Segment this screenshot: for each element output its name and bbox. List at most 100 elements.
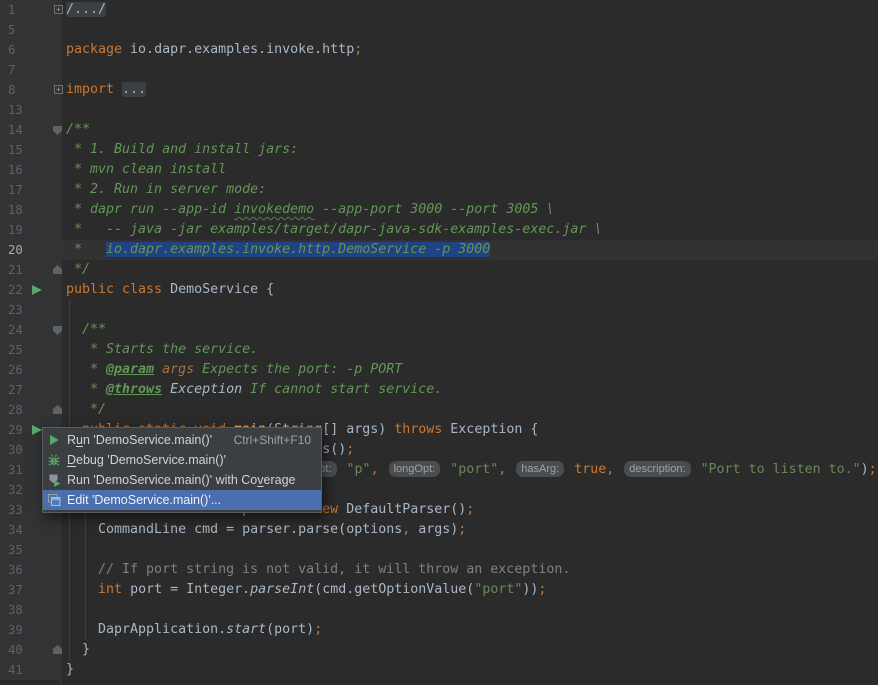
code-text[interactable]: * dapr run --app-id invokedemo --app-por… bbox=[62, 200, 878, 220]
run-gutter-icon[interactable] bbox=[32, 285, 42, 295]
code-text[interactable] bbox=[62, 600, 878, 620]
line-number[interactable]: 40 bbox=[0, 640, 62, 660]
code-line[interactable]: 7 bbox=[0, 60, 878, 80]
line-number[interactable]: 35 bbox=[0, 540, 62, 560]
code-text[interactable]: * mvn clean install bbox=[62, 160, 878, 180]
code-line[interactable]: 19 * -- java -jar examples/target/dapr-j… bbox=[0, 220, 878, 240]
code-text[interactable]: /** bbox=[62, 120, 878, 140]
code-text[interactable]: * Starts the service. bbox=[62, 340, 878, 360]
line-number[interactable]: 6 bbox=[0, 40, 62, 60]
line-number[interactable]: 25 bbox=[0, 340, 62, 360]
code-text[interactable] bbox=[62, 60, 878, 80]
code-text[interactable]: import ... bbox=[62, 80, 878, 100]
code-line[interactable]: 37 int port = Integer.parseInt(cmd.getOp… bbox=[0, 580, 878, 600]
code-text[interactable]: * io.dapr.examples.invoke.http.DemoServi… bbox=[62, 240, 878, 260]
code-text[interactable]: } bbox=[62, 640, 878, 660]
line-number[interactable]: 22 bbox=[0, 280, 62, 300]
line-number[interactable]: 21 bbox=[0, 260, 62, 280]
line-number[interactable]: 19 bbox=[0, 220, 62, 240]
code-line[interactable]: 24 /** bbox=[0, 320, 878, 340]
line-number[interactable]: 23 bbox=[0, 300, 62, 320]
line-number[interactable]: 8 bbox=[0, 80, 62, 100]
run-with-coverage-menu-item[interactable]: Run 'DemoService.main()' with Coverage bbox=[43, 470, 321, 490]
code-line[interactable]: 20 * io.dapr.examples.invoke.http.DemoSe… bbox=[0, 240, 878, 260]
line-number[interactable]: 26 bbox=[0, 360, 62, 380]
line-number[interactable]: 7 bbox=[0, 60, 62, 80]
parameter-hint-badge[interactable]: hasArg: bbox=[516, 461, 564, 477]
code-line[interactable]: 22public class DemoService { bbox=[0, 280, 878, 300]
code-text[interactable]: package io.dapr.examples.invoke.http; bbox=[62, 40, 878, 60]
code-text[interactable] bbox=[62, 20, 878, 40]
code-text[interactable]: * 1. Build and install jars: bbox=[62, 140, 878, 160]
code-line[interactable]: 13 bbox=[0, 100, 878, 120]
line-number[interactable]: 36 bbox=[0, 560, 62, 580]
code-line[interactable]: 26 * @param args Expects the port: -p PO… bbox=[0, 360, 878, 380]
code-text[interactable]: * -- java -jar examples/target/dapr-java… bbox=[62, 220, 878, 240]
code-line[interactable]: 34 CommandLine cmd = parser.parse(option… bbox=[0, 520, 878, 540]
code-line[interactable]: 38 bbox=[0, 600, 878, 620]
fold-collapsed-icon[interactable]: + bbox=[54, 85, 63, 94]
line-number[interactable]: 20 bbox=[0, 240, 62, 260]
code-text[interactable] bbox=[62, 100, 878, 120]
code-text[interactable]: int port = Integer.parseInt(cmd.getOptio… bbox=[62, 580, 878, 600]
code-line[interactable]: 15 * 1. Build and install jars: bbox=[0, 140, 878, 160]
run-menu-item[interactable]: Run 'DemoService.main()'Ctrl+Shift+F10 bbox=[43, 430, 321, 450]
line-number[interactable]: 5 bbox=[0, 20, 62, 40]
parameter-hint-badge[interactable]: longOpt: bbox=[389, 461, 441, 477]
code-line[interactable]: 21 */ bbox=[0, 260, 878, 280]
code-line[interactable]: 5 bbox=[0, 20, 878, 40]
code-text[interactable]: * @param args Expects the port: -p PORT bbox=[62, 360, 878, 380]
code-line[interactable]: 27 * @throws Exception If cannot start s… bbox=[0, 380, 878, 400]
code-line[interactable]: 41} bbox=[0, 660, 878, 680]
code-line[interactable]: 39 DaprApplication.start(port); bbox=[0, 620, 878, 640]
code-line[interactable]: 23 bbox=[0, 300, 878, 320]
code-text[interactable]: * 2. Run in server mode: bbox=[62, 180, 878, 200]
code-text[interactable]: // If port string is not valid, it will … bbox=[62, 560, 878, 580]
debug-menu-item[interactable]: Debug 'DemoService.main()' bbox=[43, 450, 321, 470]
code-token: * mvn clean install bbox=[66, 162, 226, 177]
line-number[interactable]: 37 bbox=[0, 580, 62, 600]
edit-menu-item[interactable]: Edit 'DemoService.main()'... bbox=[43, 490, 321, 510]
code-line[interactable]: 1+/.../ bbox=[0, 0, 878, 20]
code-line[interactable]: 35 bbox=[0, 540, 878, 560]
line-number[interactable]: 15 bbox=[0, 140, 62, 160]
code-text[interactable]: /** bbox=[62, 320, 878, 340]
code-text[interactable]: */ bbox=[62, 400, 878, 420]
line-number[interactable]: 41 bbox=[0, 660, 62, 680]
code-line[interactable]: 14/** bbox=[0, 120, 878, 140]
line-number[interactable]: 13 bbox=[0, 100, 62, 120]
line-number[interactable]: 28 bbox=[0, 400, 62, 420]
line-number[interactable]: 14 bbox=[0, 120, 62, 140]
fold-collapsed-icon[interactable]: + bbox=[54, 5, 63, 14]
code-text[interactable]: CommandLine cmd = parser.parse(options, … bbox=[62, 520, 878, 540]
line-number[interactable]: 39 bbox=[0, 620, 62, 640]
code-text[interactable]: DaprApplication.start(port); bbox=[62, 620, 878, 640]
line-number[interactable]: 34 bbox=[0, 520, 62, 540]
code-line[interactable]: 6package io.dapr.examples.invoke.http; bbox=[0, 40, 878, 60]
code-line[interactable]: 8+import ... bbox=[0, 80, 878, 100]
line-number[interactable]: 17 bbox=[0, 180, 62, 200]
line-number[interactable]: 24 bbox=[0, 320, 62, 340]
code-line[interactable]: 36 // If port string is not valid, it wi… bbox=[0, 560, 878, 580]
line-number[interactable]: 1 bbox=[0, 0, 62, 20]
code-line[interactable]: 25 * Starts the service. bbox=[0, 340, 878, 360]
code-line[interactable]: 17 * 2. Run in server mode: bbox=[0, 180, 878, 200]
code-line[interactable]: 28 */ bbox=[0, 400, 878, 420]
code-text[interactable]: /.../ bbox=[62, 0, 878, 20]
code-token: "port" bbox=[450, 462, 498, 477]
code-text[interactable]: public class DemoService { bbox=[62, 280, 878, 300]
code-line[interactable]: 16 * mvn clean install bbox=[0, 160, 878, 180]
line-number[interactable]: 18 bbox=[0, 200, 62, 220]
code-text[interactable]: */ bbox=[62, 260, 878, 280]
code-text[interactable] bbox=[62, 300, 878, 320]
parameter-hint-badge[interactable]: description: bbox=[624, 461, 690, 477]
code-line[interactable]: 18 * dapr run --app-id invokedemo --app-… bbox=[0, 200, 878, 220]
line-number[interactable]: 38 bbox=[0, 600, 62, 620]
code-text[interactable] bbox=[62, 540, 878, 560]
line-number[interactable]: 27 bbox=[0, 380, 62, 400]
code-text[interactable]: } bbox=[62, 660, 878, 680]
code-line[interactable]: 40 } bbox=[0, 640, 878, 660]
run-gutter-icon[interactable] bbox=[32, 425, 42, 435]
line-number[interactable]: 16 bbox=[0, 160, 62, 180]
code-text[interactable]: * @throws Exception If cannot start serv… bbox=[62, 380, 878, 400]
